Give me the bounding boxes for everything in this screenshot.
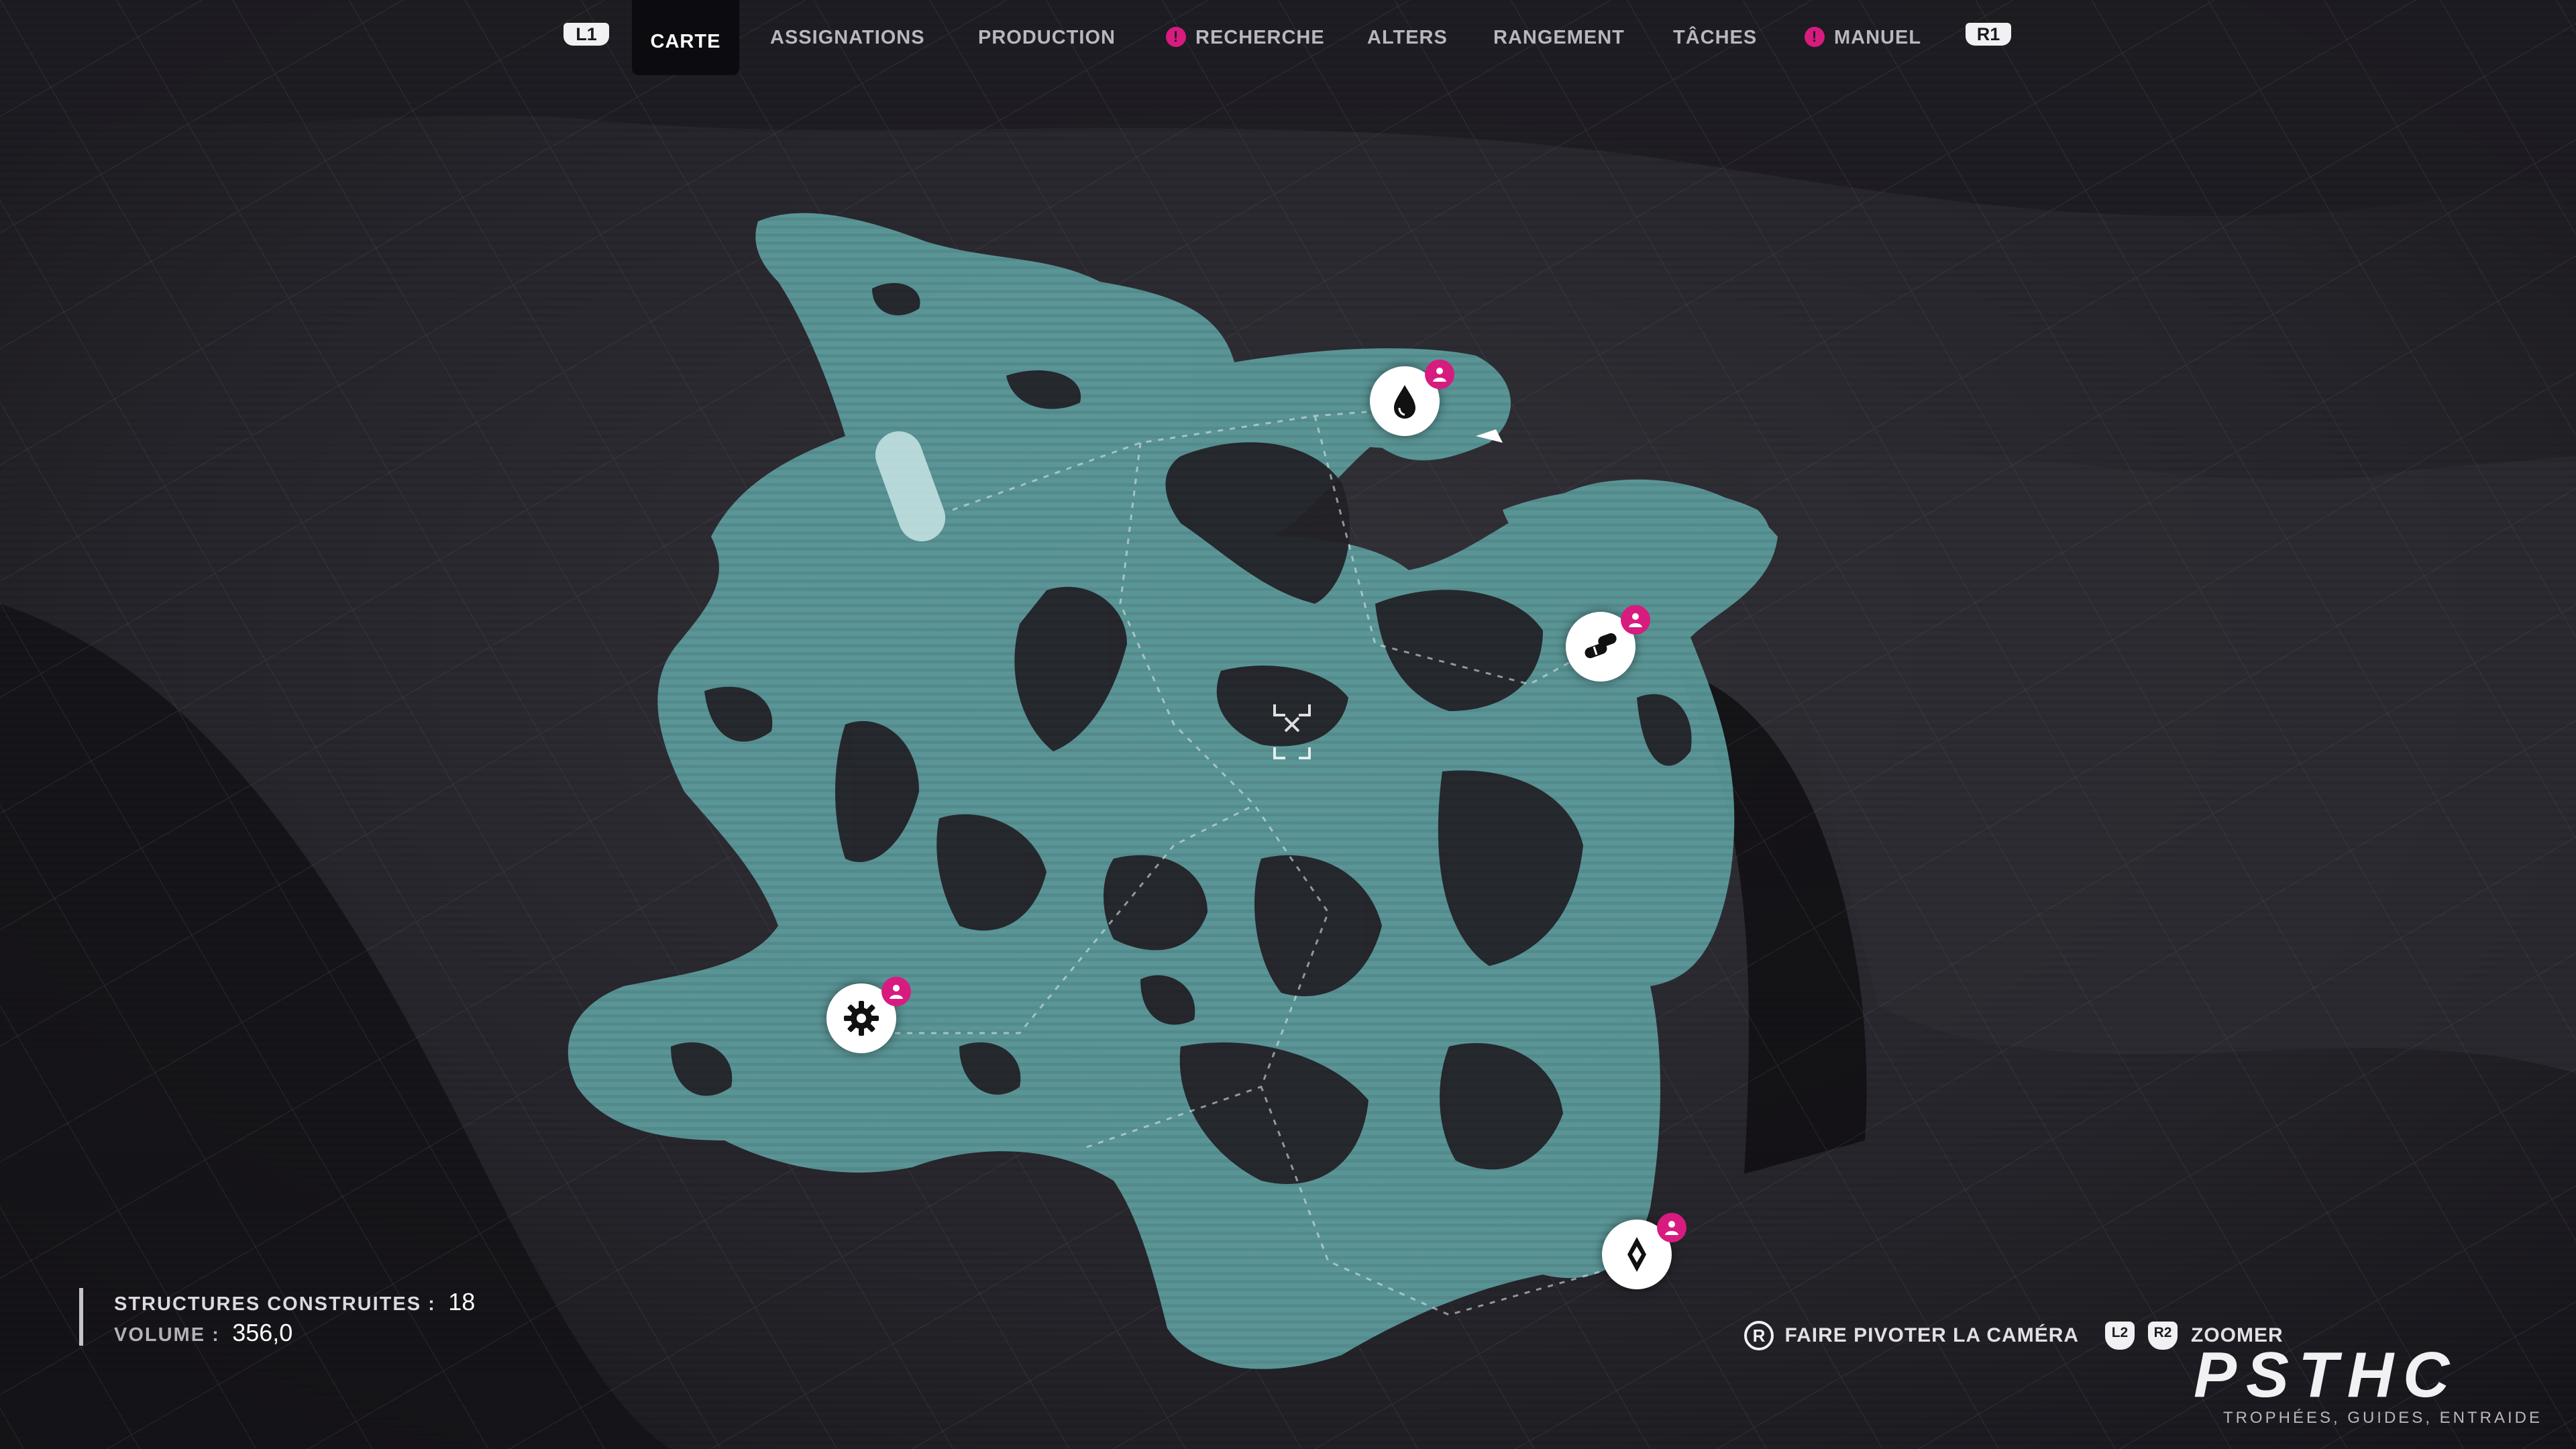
psthc-tagline: TROPHÉES, GUIDES, ENTRAIDE [2222,1409,2542,1427]
tab-rangement[interactable]: RANGEMENT [1493,0,1625,75]
rotate-camera-label: FAIRE PIVOTER LA CAMÉRA [1784,1324,2080,1346]
person-badge-icon [1657,1213,1686,1242]
l1-button[interactable]: L1 [564,23,609,46]
tab-production[interactable]: PRODUCTION [978,0,1116,75]
tab-carte[interactable]: CARTE [632,0,739,75]
tab-label: RANGEMENT [1493,27,1625,48]
structures-row: STRUCTURES CONSTRUITES : 18 [114,1288,475,1319]
tab-label: CARTE [650,31,721,52]
psthc-logo: PSTHC TROPHÉES, GUIDES, ENTRAIDE [2194,1339,2549,1433]
psthc-logo-mark: PSTHC [2194,1339,2459,1411]
base-stats: STRUCTURES CONSTRUITES : 18 VOLUME : 356… [79,1288,475,1346]
right-stick-icon: R [1744,1321,1774,1350]
structures-label: STRUCTURES CONSTRUITES : [114,1293,436,1315]
rotate-camera-hint[interactable]: R FAIRE PIVOTER LA CAMÉRA [1743,1319,2079,1352]
alert-icon: ! [1805,26,1825,47]
base-map[interactable] [0,0,2576,1449]
tab-manuel[interactable]: ! MANUEL [1805,0,1921,75]
tab-recherche[interactable]: ! RECHERCHE [1166,0,1325,75]
zoom-label: ZOOMER [2191,1324,2284,1346]
person-badge-icon [1621,605,1650,635]
tab-alters[interactable]: ALTERS [1367,0,1448,75]
volume-value: 356,0 [232,1319,293,1346]
alert-icon: ! [1166,26,1186,47]
svg-text:PSTHC: PSTHC [2194,1346,2459,1406]
volume-row: VOLUME : 356,0 [114,1319,475,1350]
structures-value: 18 [448,1288,476,1316]
r2-trigger-icon: R2 [2148,1322,2178,1350]
tab-label: RECHERCHE [1195,27,1325,48]
map-marker-water[interactable] [1370,360,1454,436]
tab-label: ASSIGNATIONS [770,27,925,48]
person-badge-icon [881,977,911,1006]
tab-label: TÂCHES [1673,27,1758,48]
svg-text:R: R [1753,1326,1766,1346]
stats-divider [79,1288,83,1346]
tab-label: ALTERS [1367,27,1448,48]
volume-label: VOLUME : [114,1324,220,1346]
map-marker-crystal[interactable] [1602,1213,1686,1289]
person-badge-icon [1425,360,1454,389]
tab-label: PRODUCTION [978,27,1116,48]
tab-taches[interactable]: TÂCHES [1673,0,1757,75]
top-navigation: L1 CARTE ASSIGNATIONS PRODUCTION ! RECHER… [0,0,2576,80]
tab-assignations[interactable]: ASSIGNATIONS [770,0,925,75]
map-marker-pills[interactable] [1566,605,1650,682]
tab-label: MANUEL [1834,27,1922,48]
r1-button[interactable]: R1 [1966,23,2011,46]
l2-trigger-icon: L2 [2105,1322,2135,1350]
map-marker-gear[interactable] [826,977,911,1053]
